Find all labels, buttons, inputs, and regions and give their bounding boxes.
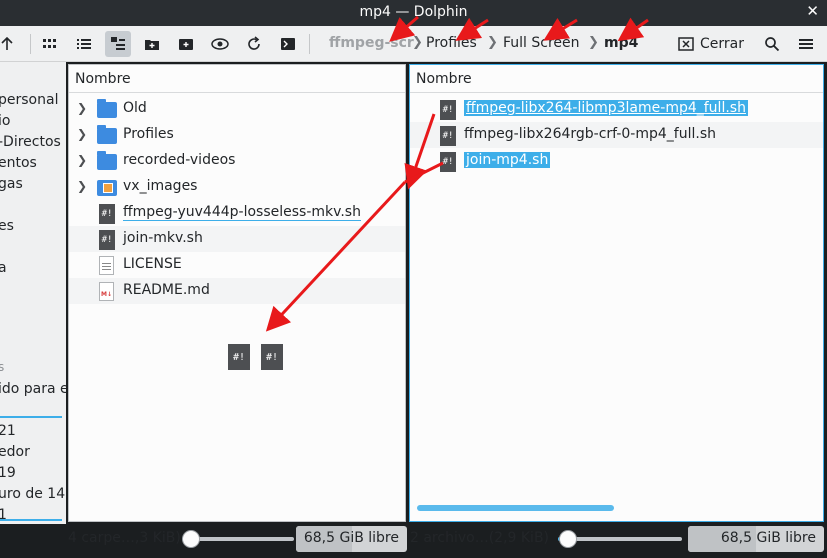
zoom-slider[interactable]: [181, 530, 294, 548]
file-name: join-mkv.sh: [123, 230, 203, 246]
places-item[interactable]: io: [0, 113, 10, 129]
up-arrow-icon[interactable]: [0, 31, 20, 57]
breadcrumb-chevron-icon: ❯: [588, 35, 599, 50]
folder-icon: [97, 125, 117, 144]
expand-chevron-icon[interactable]: ❯: [77, 153, 87, 167]
close-split-button[interactable]: Cerrar: [678, 31, 744, 57]
toolbar: ffmpeg-scr ❯ Profiles ❯ Full Screen ❯ mp…: [0, 26, 827, 62]
shell-script-icon: #!: [438, 100, 458, 120]
breadcrumb-item[interactable]: Profiles: [426, 35, 477, 51]
file-name: ffmpeg-yuv444p-losseless-mkv.sh: [123, 204, 361, 221]
status-text: 2 archivo…(2,9 KiB): [410, 530, 550, 546]
free-space-text: 68,5 GiB libre: [303, 530, 399, 546]
file-name: ffmpeg-libx264-libmp3lame-mp4_full.sh: [464, 100, 748, 116]
places-capacity-bar: [0, 416, 62, 418]
search-icon[interactable]: [759, 31, 785, 57]
left-file-view[interactable]: Nombre ❯ Old ❯ Profiles ❯ recorded-video…: [68, 64, 406, 522]
file-name: recorded-videos: [123, 152, 236, 168]
column-header-name[interactable]: Nombre: [69, 65, 405, 93]
file-name: ffmpeg-libx264rgb-crf-0-mp4_full.sh: [464, 126, 716, 142]
places-item[interactable]: a: [0, 260, 7, 276]
places-item[interactable]: gas: [0, 176, 23, 192]
file-name: Old: [123, 100, 147, 116]
file-name: vx_images: [123, 178, 198, 194]
expand-chevron-icon[interactable]: ❯: [77, 127, 87, 141]
file-row[interactable]: ❯ recorded-videos: [69, 148, 405, 174]
free-space-indicator: 68,5 GiB libre: [688, 526, 824, 552]
file-row[interactable]: ❯ Old: [69, 96, 405, 122]
places-capacity-bar: [0, 519, 62, 521]
free-space-indicator: 68,5 GiB libre: [296, 526, 407, 552]
breadcrumb-item[interactable]: ffmpeg-scr: [329, 35, 414, 51]
new-tab-icon[interactable]: [173, 31, 199, 57]
text-document-icon: [97, 256, 117, 275]
file-row[interactable]: ❯ vx_images: [69, 174, 405, 200]
places-item[interactable]: ido para e: [0, 381, 66, 397]
folder-icon: [97, 151, 117, 170]
toolbar-separator: [30, 34, 31, 54]
file-row[interactable]: #! ffmpeg-libx264rgb-crf-0-mp4_full.sh: [410, 122, 823, 148]
new-folder-icon[interactable]: [139, 31, 165, 57]
close-split-label: Cerrar: [700, 36, 744, 52]
file-row[interactable]: #! join-mkv.sh: [69, 226, 405, 252]
window-title: mp4 — Dolphin: [359, 4, 468, 20]
preview-eye-icon[interactable]: [207, 31, 233, 57]
file-name: README.md: [123, 282, 210, 298]
file-row[interactable]: M↓ README.md: [69, 278, 405, 304]
places-item[interactable]: 21: [0, 423, 16, 439]
places-item[interactable]: personal: [0, 92, 58, 108]
zoom-slider[interactable]: [558, 530, 682, 548]
file-row[interactable]: ❯ Profiles: [69, 122, 405, 148]
breadcrumb-chevron-icon: ❯: [487, 35, 498, 50]
drag-shell-script-icon: #!: [261, 344, 283, 370]
right-horizontal-scrollbar[interactable]: [417, 505, 614, 511]
right-status-bar: 2 archivo…(2,9 KiB) 68,5 GiB libre: [408, 524, 825, 554]
toolbar-separator: [309, 34, 310, 54]
icons-view-icon[interactable]: [37, 31, 63, 57]
expand-chevron-icon[interactable]: ❯: [77, 179, 87, 193]
compact-view-icon[interactable]: [71, 31, 97, 57]
shell-script-icon: #!: [438, 152, 458, 172]
places-item[interactable]: entos: [0, 155, 37, 171]
places-item[interactable]: uro de 14(: [0, 486, 66, 502]
window-close-icon[interactable]: ✕: [806, 2, 819, 20]
shell-script-icon: #!: [97, 230, 117, 250]
file-row[interactable]: LICENSE: [69, 252, 405, 278]
breadcrumb-item[interactable]: Full Screen: [503, 35, 580, 51]
file-name: Profiles: [123, 126, 174, 142]
places-item[interactable]: es: [0, 218, 14, 234]
breadcrumb-current[interactable]: mp4: [604, 35, 638, 51]
free-space-text: 68,5 GiB libre: [720, 530, 816, 546]
shell-script-icon: #!: [438, 126, 458, 146]
details-view-icon[interactable]: [105, 31, 131, 57]
markdown-document-icon: M↓: [97, 282, 117, 301]
places-section-heading: s: [0, 360, 5, 374]
places-item[interactable]: 19: [0, 465, 16, 481]
places-item[interactable]: edor: [0, 444, 30, 460]
status-text: 4 carpe…,3 KiB): [68, 530, 181, 546]
reload-icon[interactable]: [241, 31, 267, 57]
file-row[interactable]: #! join-mp4.sh: [410, 148, 823, 174]
file-row[interactable]: #! ffmpeg-libx264-libmp3lame-mp4_full.sh: [410, 96, 823, 122]
close-split-icon: [678, 37, 694, 51]
folder-icon: [97, 99, 117, 118]
file-name: join-mp4.sh: [464, 152, 551, 168]
places-item[interactable]: -Directos: [0, 134, 61, 150]
places-panel: personal io -Directos entos gas es a s i…: [0, 62, 66, 524]
zoom-slider-handle[interactable]: [558, 530, 577, 548]
shell-script-icon: #!: [97, 204, 117, 224]
breadcrumb-chevron-icon: ❯: [412, 35, 423, 50]
zoom-slider-handle[interactable]: [181, 530, 200, 548]
right-file-view[interactable]: Nombre #! ffmpeg-libx264-libmp3lame-mp4_…: [409, 64, 824, 522]
file-row[interactable]: #! ffmpeg-yuv444p-losseless-mkv.sh: [69, 200, 405, 226]
terminal-icon[interactable]: [275, 31, 301, 57]
left-status-bar: 4 carpe…,3 KiB) 68,5 GiB libre: [66, 524, 408, 554]
file-name: LICENSE: [123, 256, 182, 272]
image-folder-icon: [97, 178, 117, 196]
expand-chevron-icon[interactable]: ❯: [77, 101, 87, 115]
window-titlebar: mp4 — Dolphin ✕: [0, 0, 827, 26]
column-header-name[interactable]: Nombre: [410, 65, 823, 93]
hamburger-menu-icon[interactable]: [793, 31, 819, 57]
drag-shell-script-icon: #!: [228, 344, 250, 370]
